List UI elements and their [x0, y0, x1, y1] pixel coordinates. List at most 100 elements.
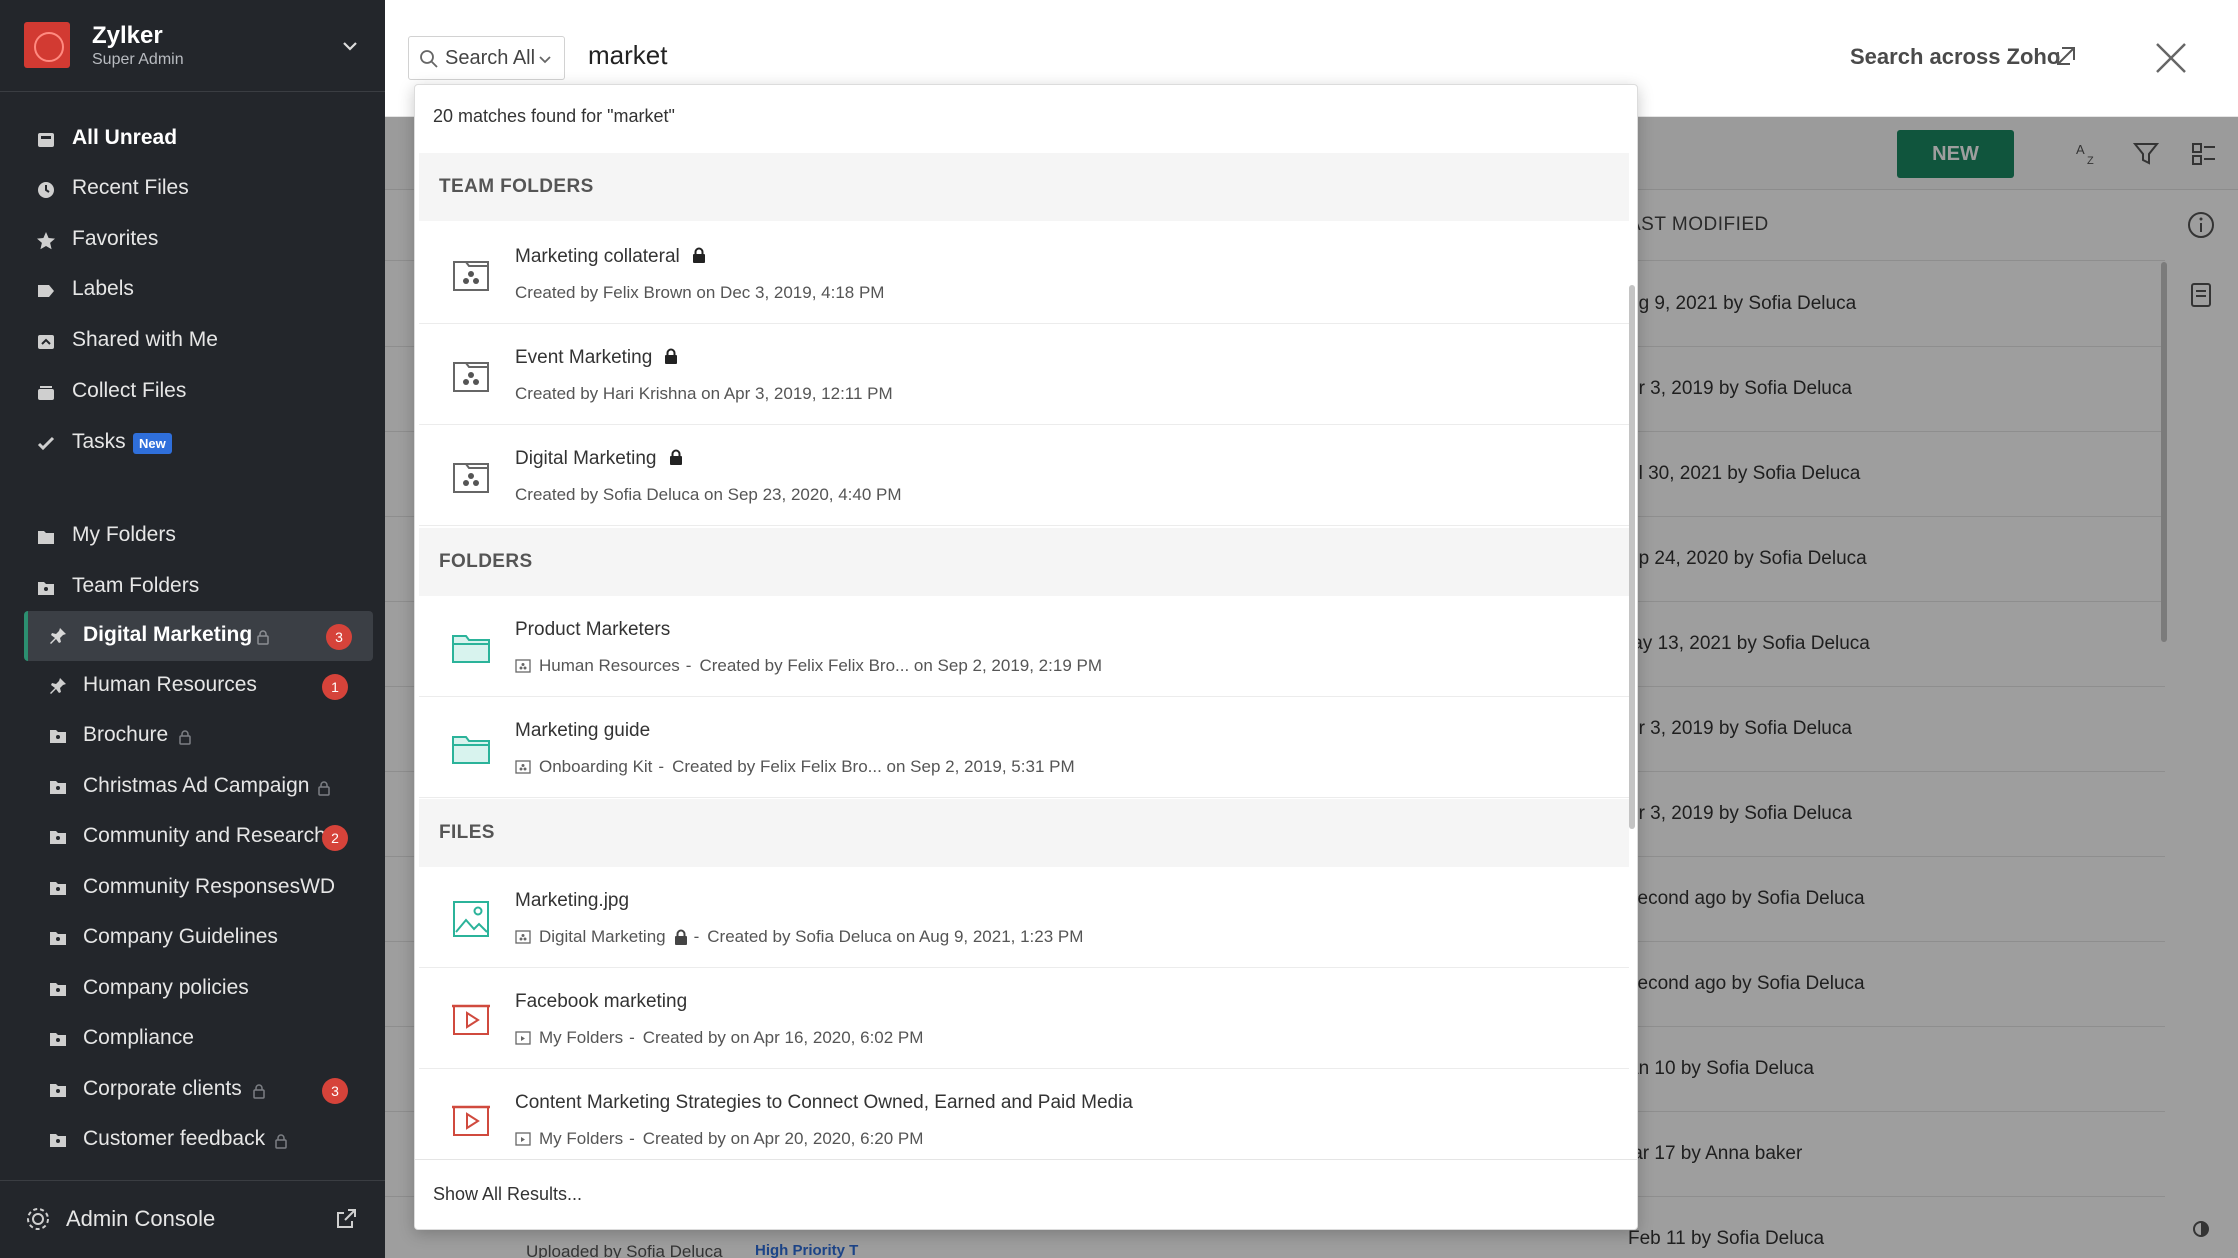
sidebar-item-label: Collect Files: [72, 379, 187, 402]
section-folders: FOLDERS: [419, 528, 1629, 596]
sidebar-item-label: Community ResponsesWD: [83, 875, 336, 898]
section-heading: FOLDERS: [439, 551, 533, 572]
admin-console-link[interactable]: Admin Console: [0, 1180, 385, 1258]
inbox-icon: [38, 133, 54, 147]
sidebar-item-collect-files[interactable]: Collect Files: [0, 367, 385, 417]
result-location[interactable]: My Folders: [539, 1129, 623, 1149]
pin-icon: [50, 628, 66, 644]
result-file[interactable]: Content Marketing Strategies to Connect …: [419, 1069, 1629, 1170]
presentation-file-icon: [452, 1004, 490, 1035]
lock-icon: [179, 730, 191, 745]
org-switcher[interactable]: Zylker Super Admin: [0, 0, 385, 92]
result-meta: Created by on Apr 16, 2020, 6:02 PM: [642, 1028, 924, 1047]
sidebar-item-team-folders[interactable]: Team Folders: [0, 562, 385, 612]
search-icon: [420, 50, 438, 68]
external-link-icon[interactable]: [2054, 44, 2078, 68]
result-location[interactable]: Digital Marketing: [539, 927, 666, 947]
new-badge: New: [133, 433, 172, 454]
sidebar-item-tasks[interactable]: Tasks New: [0, 418, 385, 468]
search-across-zoho-link[interactable]: Search across Zoho: [1850, 44, 2060, 70]
sidebar-item-favorites[interactable]: Favorites: [0, 215, 385, 265]
label-icon: [38, 285, 54, 297]
team-folder-icon: [50, 983, 66, 996]
sidebar-item-label: Compliance: [83, 1026, 194, 1049]
result-folder[interactable]: Product Marketers Human Resources - Crea…: [419, 596, 1629, 697]
unread-count-badge: 2: [322, 825, 348, 851]
sidebar-item-label: Team Folders: [72, 574, 200, 597]
team-folder-icon: [515, 930, 531, 944]
sidebar-item-shared-with-me[interactable]: Shared with Me: [0, 316, 385, 366]
sidebar-item-compliance[interactable]: Compliance: [0, 1014, 385, 1064]
sidebar-item-corporate-clients[interactable]: Corporate clients 3: [0, 1065, 385, 1115]
team-folder-icon: [50, 1134, 66, 1147]
sidebar-item-labels[interactable]: Labels: [0, 265, 385, 315]
team-folder-icon: [515, 760, 531, 774]
team-folder-icon: [50, 1084, 66, 1097]
lock-icon: [669, 449, 682, 465]
show-all-results-link[interactable]: Show All Results...: [415, 1159, 1637, 1229]
shared-icon: [38, 335, 54, 349]
sidebar-item-recent-files[interactable]: Recent Files: [0, 164, 385, 214]
sidebar-item-label: My Folders: [72, 523, 176, 546]
org-logo: [24, 22, 70, 68]
sidebar-item-label: Favorites: [72, 227, 159, 250]
result-location[interactable]: Human Resources: [539, 656, 680, 676]
sidebar-item-customer-feedback[interactable]: Customer feedback: [0, 1115, 385, 1165]
sidebar-item-label: Company Guidelines: [83, 925, 278, 948]
result-team-folder[interactable]: Event Marketing Created by Hari Krishna …: [419, 324, 1629, 425]
team-folder-icon: [50, 781, 66, 794]
team-folder-icon: [453, 463, 489, 493]
sidebar-item-my-folders[interactable]: My Folders: [0, 511, 385, 561]
team-folder-icon: [38, 582, 54, 595]
result-meta: Created by Felix Felix Bro... on Sep 2, …: [699, 656, 1102, 675]
result-meta: Created by on Apr 20, 2020, 6:20 PM: [642, 1129, 924, 1148]
search-input[interactable]: [588, 40, 1188, 71]
sidebar-item-all-unread[interactable]: All Unread: [0, 114, 385, 164]
unread-count-badge: 3: [326, 624, 352, 650]
result-team-folder[interactable]: Marketing collateral Created by Felix Br…: [419, 223, 1629, 324]
results-scrollbar[interactable]: [1629, 285, 1635, 829]
close-icon[interactable]: [2153, 40, 2189, 76]
sidebar-item-label: Christmas Ad Campaign: [83, 774, 310, 797]
result-title: Marketing.jpg: [515, 890, 630, 911]
sidebar-item-company-policies[interactable]: Company policies: [0, 964, 385, 1014]
chevron-down-icon[interactable]: [338, 34, 362, 58]
sidebar-item-label: Brochure: [83, 723, 169, 746]
lock-icon: [665, 348, 678, 364]
sidebar-item-label: Labels: [72, 277, 134, 300]
sidebar-item-christmas-ad-campaign[interactable]: Christmas Ad Campaign: [0, 762, 385, 812]
meta-separator: -: [658, 757, 665, 776]
result-location[interactable]: My Folders: [539, 1028, 623, 1048]
result-meta: Created by Sofia Deluca on Aug 9, 2021, …: [707, 927, 1084, 946]
sidebar-item-human-resources[interactable]: Human Resources 1: [0, 661, 385, 711]
sidebar-item-label: Corporate clients: [83, 1077, 242, 1100]
my-folder-icon: [515, 1132, 531, 1146]
sidebar: Zylker Super Admin All Unread Recent Fil…: [0, 0, 385, 1258]
search-scope-dropdown[interactable]: Search All: [408, 36, 565, 80]
sidebar-item-community-and-research[interactable]: Community and Research 2: [0, 812, 385, 862]
result-folder[interactable]: Marketing guide Onboarding Kit - Created…: [419, 697, 1629, 798]
sidebar-item-brochure[interactable]: Brochure: [0, 711, 385, 761]
sidebar-item-label: Company policies: [83, 976, 249, 999]
sidebar-item-label: All Unread: [72, 126, 178, 149]
meta-separator: -: [685, 656, 692, 675]
folder-icon: [452, 736, 490, 764]
sidebar-item-company-guidelines[interactable]: Company Guidelines: [0, 913, 385, 963]
lock-icon: [674, 929, 687, 945]
result-file[interactable]: Marketing.jpg Digital Marketing - Create…: [419, 867, 1629, 968]
sidebar-item-label: Tasks: [72, 430, 126, 453]
results-summary: 20 matches found for "market": [433, 106, 675, 126]
sidebar-item-label: Community and Research: [83, 824, 326, 847]
unread-count-badge: 3: [322, 1078, 348, 1104]
gear-icon: [27, 1208, 49, 1230]
team-folder-icon: [453, 261, 489, 291]
show-all-label: Show All Results...: [433, 1184, 583, 1204]
sidebar-item-digital-marketing[interactable]: Digital Marketing 3: [24, 611, 373, 661]
result-file[interactable]: Facebook marketing My Folders - Created …: [419, 968, 1629, 1069]
external-link-icon[interactable]: [334, 1207, 358, 1231]
sidebar-item-community-responseswd[interactable]: Community ResponsesWD: [0, 863, 385, 913]
lock-icon: [318, 781, 330, 796]
result-location[interactable]: Onboarding Kit: [539, 757, 652, 777]
section-team-folders: TEAM FOLDERS: [419, 153, 1629, 221]
result-team-folder[interactable]: Digital Marketing Created by Sofia Deluc…: [419, 425, 1629, 526]
